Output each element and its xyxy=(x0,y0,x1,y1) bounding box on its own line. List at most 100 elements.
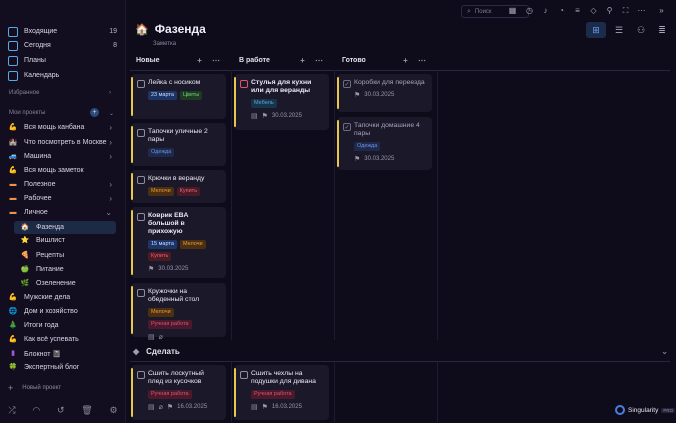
task-checkbox[interactable] xyxy=(137,129,145,137)
sidebar-project-6[interactable]: ▬ Личное ⌄ xyxy=(0,206,126,219)
task-card[interactable]: Сшить лоскутный плед из кусочков Ручная р… xyxy=(131,365,226,420)
focus-icon[interactable]: ⛶ xyxy=(620,5,631,16)
sidebar-project-7[interactable]: 🏠 Фазенда xyxy=(14,221,116,234)
sidebar-project-9[interactable]: 🍕 Рецепты xyxy=(0,249,126,262)
column-actions[interactable]: + ⋯ xyxy=(300,56,327,65)
sidebar-project-0[interactable]: 💪 Вся мощь канбана › xyxy=(0,121,126,134)
chevron-right-icon[interactable]: › xyxy=(109,152,112,161)
task-card[interactable]: Кружочки на обеденный стол Мелочи Ручная р… xyxy=(131,283,226,341)
add-member-button[interactable]: ⚇ xyxy=(631,22,651,38)
chevron-right-icon[interactable]: › xyxy=(109,138,112,147)
task-checkbox[interactable] xyxy=(137,371,145,379)
sidebar-item-0[interactable]: Входящие 19 xyxy=(0,25,126,38)
layers-icon: ◈ xyxy=(133,346,140,356)
pin-icon[interactable]: ⚲ xyxy=(604,5,615,16)
task-tags: Мелочи Ручная работа xyxy=(148,308,220,329)
collapse-panel-icon[interactable]: » xyxy=(656,5,667,16)
kanban-view-button[interactable]: ⊞ xyxy=(586,22,606,38)
filter-icon[interactable]: ≡ xyxy=(572,5,583,16)
chevron-right-icon[interactable]: › xyxy=(109,123,112,132)
projects-section[interactable]: Мои проекты + ⌄ xyxy=(9,108,114,117)
task-card[interactable]: Коврик EBA большой в прихожую 15 марта Мел… xyxy=(131,207,226,278)
chart-icon[interactable]: ◔ xyxy=(556,5,567,16)
plant-icon: 🌿 xyxy=(20,280,30,287)
chevron-right-icon[interactable]: › xyxy=(109,194,112,203)
sidebar-project-5[interactable]: ▬ Рабочее › xyxy=(0,192,126,205)
sidebar-item-label: Сегодня xyxy=(24,42,51,49)
sidebar-project-16[interactable]: ▮ Блокнот 📓 xyxy=(0,347,126,360)
task-checkbox[interactable] xyxy=(240,371,248,379)
sidebar-project-17[interactable]: 🍀 Экспертный блог xyxy=(0,361,126,374)
sidebar-project-8[interactable]: ⭐ Вишлист xyxy=(0,234,126,247)
task-checkbox[interactable] xyxy=(137,176,145,184)
settings-icon[interactable]: ⚙ xyxy=(109,405,117,416)
task-checkbox[interactable]: ✓ xyxy=(343,123,351,131)
task-date: 30.03.2025 xyxy=(364,156,395,162)
shuffle-icon[interactable]: ⤮ xyxy=(8,405,15,416)
task-checkbox[interactable] xyxy=(240,80,248,88)
task-tag: Ручная работа xyxy=(148,320,192,329)
sidebar-project-13[interactable]: 🌐 Дом и хозяйство xyxy=(0,305,126,318)
sidebar-item-1[interactable]: Сегодня 8 xyxy=(0,39,126,52)
task-card[interactable]: ✓ Тапочки домашние 4 пары Одежда ⚑ 30.03.202… xyxy=(337,117,432,170)
sidebar-project-10[interactable]: 🍏 Питание xyxy=(0,263,126,276)
task-checkbox[interactable] xyxy=(137,289,145,297)
priority-bar xyxy=(131,210,133,275)
sidebar-project-label: Как всё успевать xyxy=(24,336,79,343)
task-tags: Одежда xyxy=(354,142,426,151)
search-input[interactable]: ⌕ Поиск xyxy=(461,5,529,18)
attachment-icon: ⌀ xyxy=(158,404,163,411)
sidebar-project-3[interactable]: 💪 Вся мощь заметок xyxy=(0,164,126,177)
sidebar-project-15[interactable]: 💪 Как всё успевать xyxy=(0,333,126,346)
task-card[interactable]: Сшить чехлы на подушки для дивана Ручная … xyxy=(234,365,329,420)
sidebar-project-1[interactable]: 🏰 Что посмотреть в Москве › xyxy=(0,136,126,149)
group-header-todo[interactable]: ◈ Сделать ⌄ xyxy=(128,343,668,359)
task-card[interactable]: Крючки в веранду Мелочи Купить xyxy=(131,170,226,203)
more-icon[interactable]: ⋯ xyxy=(636,5,647,16)
sidebar-project-label: Полезное xyxy=(24,181,56,188)
add-project-icon[interactable]: + xyxy=(90,108,99,117)
priority-bar xyxy=(337,120,339,167)
task-card[interactable]: Тапочки уличные 2 пары Одежда xyxy=(131,123,226,166)
sidebar-project-11[interactable]: 🌿 Озеленение xyxy=(0,277,126,290)
sidebar-project-4[interactable]: ▬ Полезное › xyxy=(0,178,126,191)
tag-icon[interactable]: ◇ xyxy=(588,5,599,16)
column-actions[interactable]: + ⋯ xyxy=(197,56,224,65)
note-icon: ▤ xyxy=(148,404,155,411)
task-title: Сшить лоскутный плед из кусочков xyxy=(148,370,204,385)
column-actions[interactable]: + ⋯ xyxy=(403,56,430,65)
task-card[interactable]: Лейка с носиком 23 марта Цветы xyxy=(131,74,226,119)
signal-icon[interactable]: ◠ xyxy=(32,405,40,416)
page-subtitle[interactable]: Заметка xyxy=(153,41,176,47)
sidebar-item-2[interactable]: Планы xyxy=(0,54,126,67)
task-checkbox[interactable]: ✓ xyxy=(343,80,351,88)
task-checkbox[interactable] xyxy=(137,213,145,221)
chevron-down-icon[interactable]: ⌄ xyxy=(661,347,668,356)
timer-icon[interactable]: ◷ xyxy=(524,5,535,16)
task-card[interactable]: ✓ Коробки для переезда ⚑ 30.03.2025 xyxy=(337,74,432,112)
task-tag: Купить xyxy=(176,187,201,196)
search-placeholder: Поиск xyxy=(474,8,492,15)
trash-icon[interactable]: 🗑 xyxy=(81,405,92,416)
singularity-logo-icon xyxy=(615,405,625,415)
calendar-icon[interactable]: ▦ xyxy=(507,5,518,16)
sidebar-project-12[interactable]: 💪 Мужские дела xyxy=(0,291,126,304)
sidebar: Входящие 19 Сегодня 8 Планы Календарь Избранн… xyxy=(0,0,126,423)
new-project-button[interactable]: + Новый проект xyxy=(8,383,61,393)
history-icon[interactable]: ↺ xyxy=(57,405,65,416)
bell-icon[interactable]: ♪ xyxy=(540,5,551,16)
task-checkbox[interactable] xyxy=(137,80,145,88)
sidebar-item-3[interactable]: Календарь xyxy=(0,69,126,82)
sidebar-project-2[interactable]: 🚙 Машина › xyxy=(0,150,126,163)
task-card[interactable]: Стулья для кухни или для веранды Мебель ▤ ⚑… xyxy=(234,74,329,130)
sort-button[interactable]: ≣ xyxy=(652,22,672,38)
chevron-right-icon[interactable]: › xyxy=(109,180,112,189)
task-tag: Ручная работа xyxy=(148,390,192,399)
task-title: Лейка с носиком xyxy=(148,79,201,86)
list-view-button[interactable]: ☰ xyxy=(609,22,629,38)
chevron-down-icon[interactable]: ⌄ xyxy=(105,208,112,217)
task-meta: ▤ ⚑ 30.03.2025 xyxy=(251,112,323,120)
task-date: 30.03.2025 xyxy=(364,92,395,98)
favorites-section[interactable]: Избранное › xyxy=(9,90,111,96)
sidebar-project-14[interactable]: 🎄 Итоги года xyxy=(0,319,126,332)
